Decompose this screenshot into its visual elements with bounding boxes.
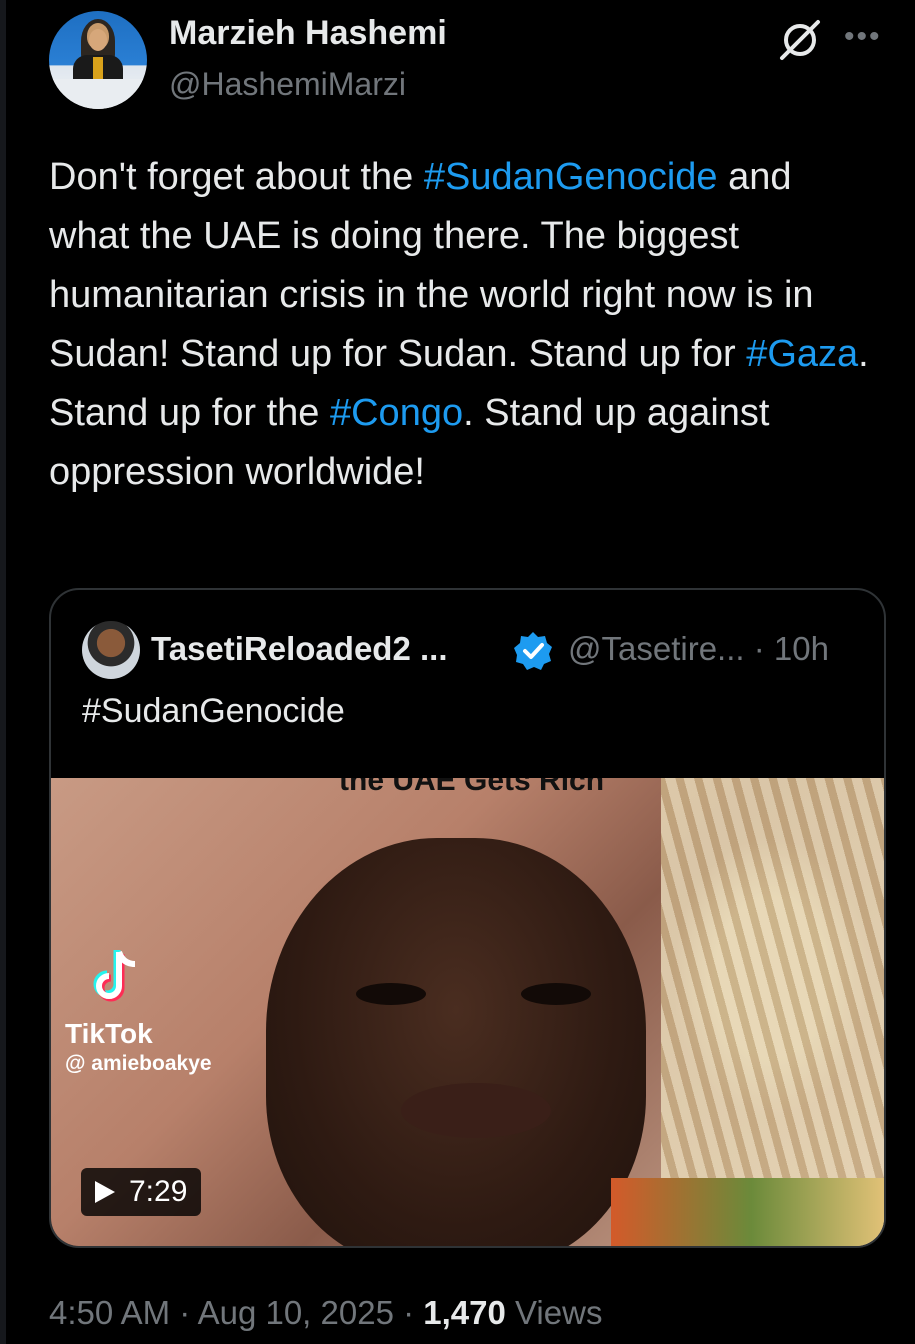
hashtag-gaza[interactable]: #Gaza	[746, 333, 858, 375]
hashtag-congo[interactable]: #Congo	[330, 392, 463, 434]
tweet-text: Don't forget about the #SudanGenocide an…	[49, 156, 869, 493]
grok-icon[interactable]	[778, 18, 822, 62]
more-icon[interactable]: •••	[844, 20, 882, 54]
tiktok-logo-icon	[93, 950, 136, 1002]
video-duration: 7:29	[129, 1175, 188, 1208]
tweet-timestamp[interactable]: 4:50 AM · Aug 10, 2025 ·	[49, 1294, 423, 1331]
video-duration-badge[interactable]: 7:29	[81, 1168, 202, 1216]
play-icon[interactable]	[95, 1181, 115, 1203]
video-caption: the UAE Gets Rich	[339, 778, 605, 797]
hashtag-sudangenocide[interactable]: #SudanGenocide	[424, 156, 718, 198]
quoted-author-avatar[interactable]	[82, 621, 140, 679]
quoted-tweet-card[interactable]: TasetiReloaded2 ... @Tasetire... · 10h #…	[49, 588, 886, 1248]
verified-badge-icon	[514, 632, 552, 670]
author-name[interactable]: Marzieh Hashemi	[169, 14, 447, 53]
author-avatar[interactable]	[49, 11, 147, 109]
tweet-meta: 4:50 AM · Aug 10, 2025 · 1,470 Views	[49, 1294, 602, 1332]
quoted-author-name[interactable]: TasetiReloaded2 ...	[151, 630, 447, 668]
quoted-tweet-text: #SudanGenocide	[82, 692, 345, 730]
views-label: Views	[505, 1294, 603, 1331]
tiktok-watermark-user: @ amieboakye	[65, 1052, 212, 1075]
tiktok-watermark-brand: TikTok	[65, 1018, 153, 1049]
views-count: 1,470	[423, 1294, 506, 1331]
video-thumbnail[interactable]: the UAE Gets Rich TikTok @ amieboakye 7:…	[51, 778, 884, 1246]
timeline-divider	[0, 0, 6, 1344]
author-handle[interactable]: @HashemiMarzi	[169, 66, 406, 103]
quoted-author-handle[interactable]: @Tasetire... · 10h	[568, 630, 829, 668]
